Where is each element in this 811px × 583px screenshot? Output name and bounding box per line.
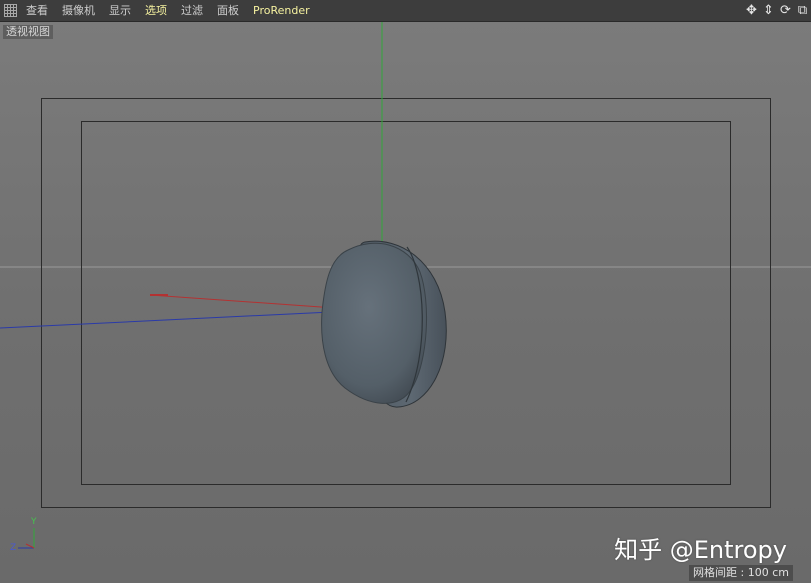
view-label: 透视视图	[3, 25, 53, 39]
perspective-viewport[interactable]: 透视视图 Y Z 知乎 @Entropy 网格间距 : 100 cm	[0, 22, 811, 583]
watermark: 知乎 @Entropy	[614, 536, 787, 564]
switch-view-icon[interactable]: ⧉	[795, 3, 810, 18]
zoom-view-icon[interactable]: ⇕	[761, 3, 776, 18]
gizmo-z-label: Z	[10, 543, 17, 553]
menu-camera[interactable]: 摄像机	[62, 3, 95, 19]
grid-spacing-label: 网格间距 : 100 cm	[689, 565, 793, 581]
gizmo-x-axis	[25, 543, 35, 549]
move-view-icon[interactable]: ✥	[744, 3, 759, 18]
rotate-view-icon[interactable]: ⟳	[778, 3, 793, 18]
menu-options[interactable]: 选项	[145, 3, 167, 19]
grid-icon[interactable]	[4, 4, 17, 17]
x-axis-line	[149, 294, 336, 309]
gizmo-y-label: Y	[31, 517, 37, 527]
menu-panel[interactable]: 面板	[217, 3, 239, 19]
viewport-menubar: 查看 摄像机 显示 选项 过滤 面板 ProRender ✥ ⇕ ⟳ ⧉	[0, 0, 811, 22]
rounded-disk-object	[321, 240, 447, 408]
z-axis-line	[0, 310, 353, 329]
menu-display[interactable]: 显示	[109, 3, 131, 19]
menu-prorender[interactable]: ProRender	[253, 3, 310, 19]
menu-filter[interactable]: 过滤	[181, 3, 203, 19]
menu-view[interactable]: 查看	[26, 3, 48, 19]
viewport-canvas[interactable]	[0, 22, 811, 583]
